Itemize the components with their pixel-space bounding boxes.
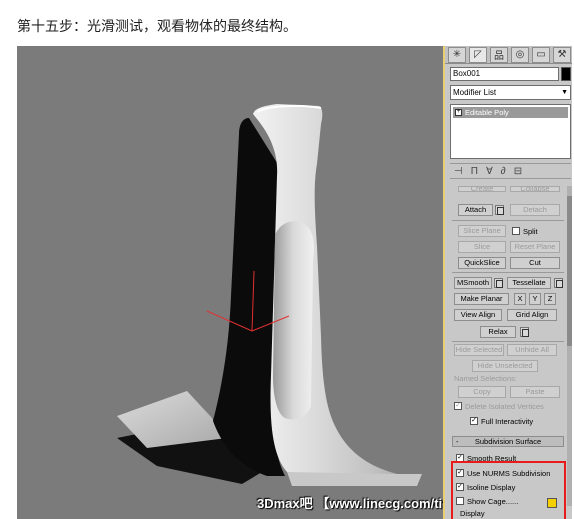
modify-icon[interactable]: ◸	[469, 46, 487, 63]
paste-button[interactable]: Paste	[510, 386, 560, 398]
chevron-down-icon: ▼	[561, 89, 568, 96]
attach-button[interactable]: Attach	[458, 204, 493, 216]
hide-unselected-button[interactable]: Hide Unselected	[472, 360, 538, 372]
quickslice-button[interactable]: QuickSlice	[458, 257, 506, 269]
watermark: 3Dmax吧 【www.linecg.com/tieba/1771】	[257, 496, 443, 511]
divider	[452, 220, 564, 221]
object-name-field[interactable]: Box001	[450, 67, 559, 81]
relax-button[interactable]: Relax	[480, 326, 516, 338]
relax-settings-icon[interactable]	[520, 327, 529, 337]
tessellate-settings-icon[interactable]	[554, 278, 563, 288]
delete-isolated-label: Delete Isolated Vertices	[465, 402, 544, 411]
perspective-viewport[interactable]: 3Dmax吧 【www.linecg.com/tieba/1771】	[17, 46, 443, 519]
scene-render	[117, 104, 422, 486]
named-selections-label: Named Selections:	[454, 374, 517, 383]
show-end-result-icon[interactable]: Π	[471, 166, 478, 177]
divider	[452, 341, 564, 342]
grid-align-button[interactable]: Grid Align	[507, 309, 557, 321]
attach-settings-icon[interactable]	[495, 205, 504, 215]
divider	[452, 272, 564, 273]
delete-isolated-checkbox[interactable]: ✓	[454, 402, 462, 410]
expand-icon[interactable]: +	[455, 109, 462, 116]
unhide-all-button[interactable]: Unhide All	[507, 344, 557, 356]
reset-plane-button[interactable]: Reset Plane	[510, 241, 560, 253]
hide-selected-button[interactable]: Hide Selected	[454, 344, 504, 356]
view-align-button[interactable]: View Align	[454, 309, 502, 321]
panel-scrollbar[interactable]	[567, 186, 572, 506]
modifier-list-dropdown[interactable]: Modifier List ▼	[450, 85, 571, 100]
detach-button[interactable]: Detach	[510, 204, 560, 216]
collapse-icon: -	[456, 437, 459, 446]
slice-plane-button[interactable]: Slice Plane	[458, 225, 506, 237]
page-caption: 第十五步：光滑测试，观看物体的最终结构。	[17, 19, 297, 35]
stack-item-label: Editable Poly	[465, 108, 509, 117]
motion-icon[interactable]: ◎	[511, 46, 529, 63]
hierarchy-icon[interactable]: 品	[490, 46, 508, 63]
planar-y-button[interactable]: Y	[529, 293, 541, 305]
full-interactivity-label: Full Interactivity	[481, 417, 534, 426]
msmooth-button[interactable]: MSmooth	[454, 277, 492, 289]
slice-button[interactable]: Slice	[458, 241, 506, 253]
utilities-icon[interactable]: ⚒	[553, 46, 571, 63]
configure-sets-icon[interactable]: ⊟	[514, 166, 522, 177]
full-interactivity-checkbox[interactable]: ✓	[470, 417, 478, 425]
msmooth-settings-icon[interactable]	[494, 278, 503, 288]
subdivision-surface-label: Subdivision Surface	[474, 437, 542, 446]
make-planar-button[interactable]: Make Planar	[454, 293, 509, 305]
command-tabs: ✳ ◸ 品 ◎ ▭ ⚒	[445, 46, 572, 64]
cage-color-swatch[interactable]	[547, 498, 557, 508]
scroll-thumb[interactable]	[567, 196, 572, 346]
stack-item-editable-poly[interactable]: + Editable Poly	[453, 107, 568, 118]
planar-x-button[interactable]: X	[514, 293, 526, 305]
collapse-button[interactable]: Collapse	[510, 186, 560, 192]
stack-toolbar: ⊣ Π ∀ ∂ ⊟	[450, 163, 571, 179]
modifier-stack[interactable]: + Editable Poly	[450, 104, 571, 159]
foot	[287, 472, 422, 486]
split-checkbox[interactable]	[512, 227, 520, 235]
tessellate-button[interactable]: Tessellate	[507, 277, 551, 289]
create-button[interactable]: Create	[458, 186, 506, 192]
screenshot-frame: 3Dmax吧 【www.linecg.com/tieba/1771】 ✳ ◸ 品…	[17, 46, 572, 519]
subdivision-surface-rollout-header[interactable]: - Subdivision Surface	[452, 436, 564, 447]
command-panel: ✳ ◸ 品 ◎ ▭ ⚒ Box001 Modifier List ▼ + Edi…	[443, 46, 572, 519]
modifier-list-label: Modifier List	[453, 88, 497, 97]
object-color-swatch[interactable]	[561, 67, 571, 81]
remove-modifier-icon[interactable]: ∂	[501, 166, 506, 177]
planar-z-button[interactable]: Z	[544, 293, 556, 305]
make-unique-icon[interactable]: ∀	[486, 166, 493, 177]
display-icon[interactable]: ▭	[532, 46, 550, 63]
highlight-box	[451, 461, 566, 519]
pin-stack-icon[interactable]: ⊣	[454, 166, 463, 177]
create-icon[interactable]: ✳	[448, 46, 466, 63]
cut-button[interactable]: Cut	[510, 257, 560, 269]
split-label: Split	[523, 227, 538, 236]
copy-button[interactable]: Copy	[458, 386, 506, 398]
